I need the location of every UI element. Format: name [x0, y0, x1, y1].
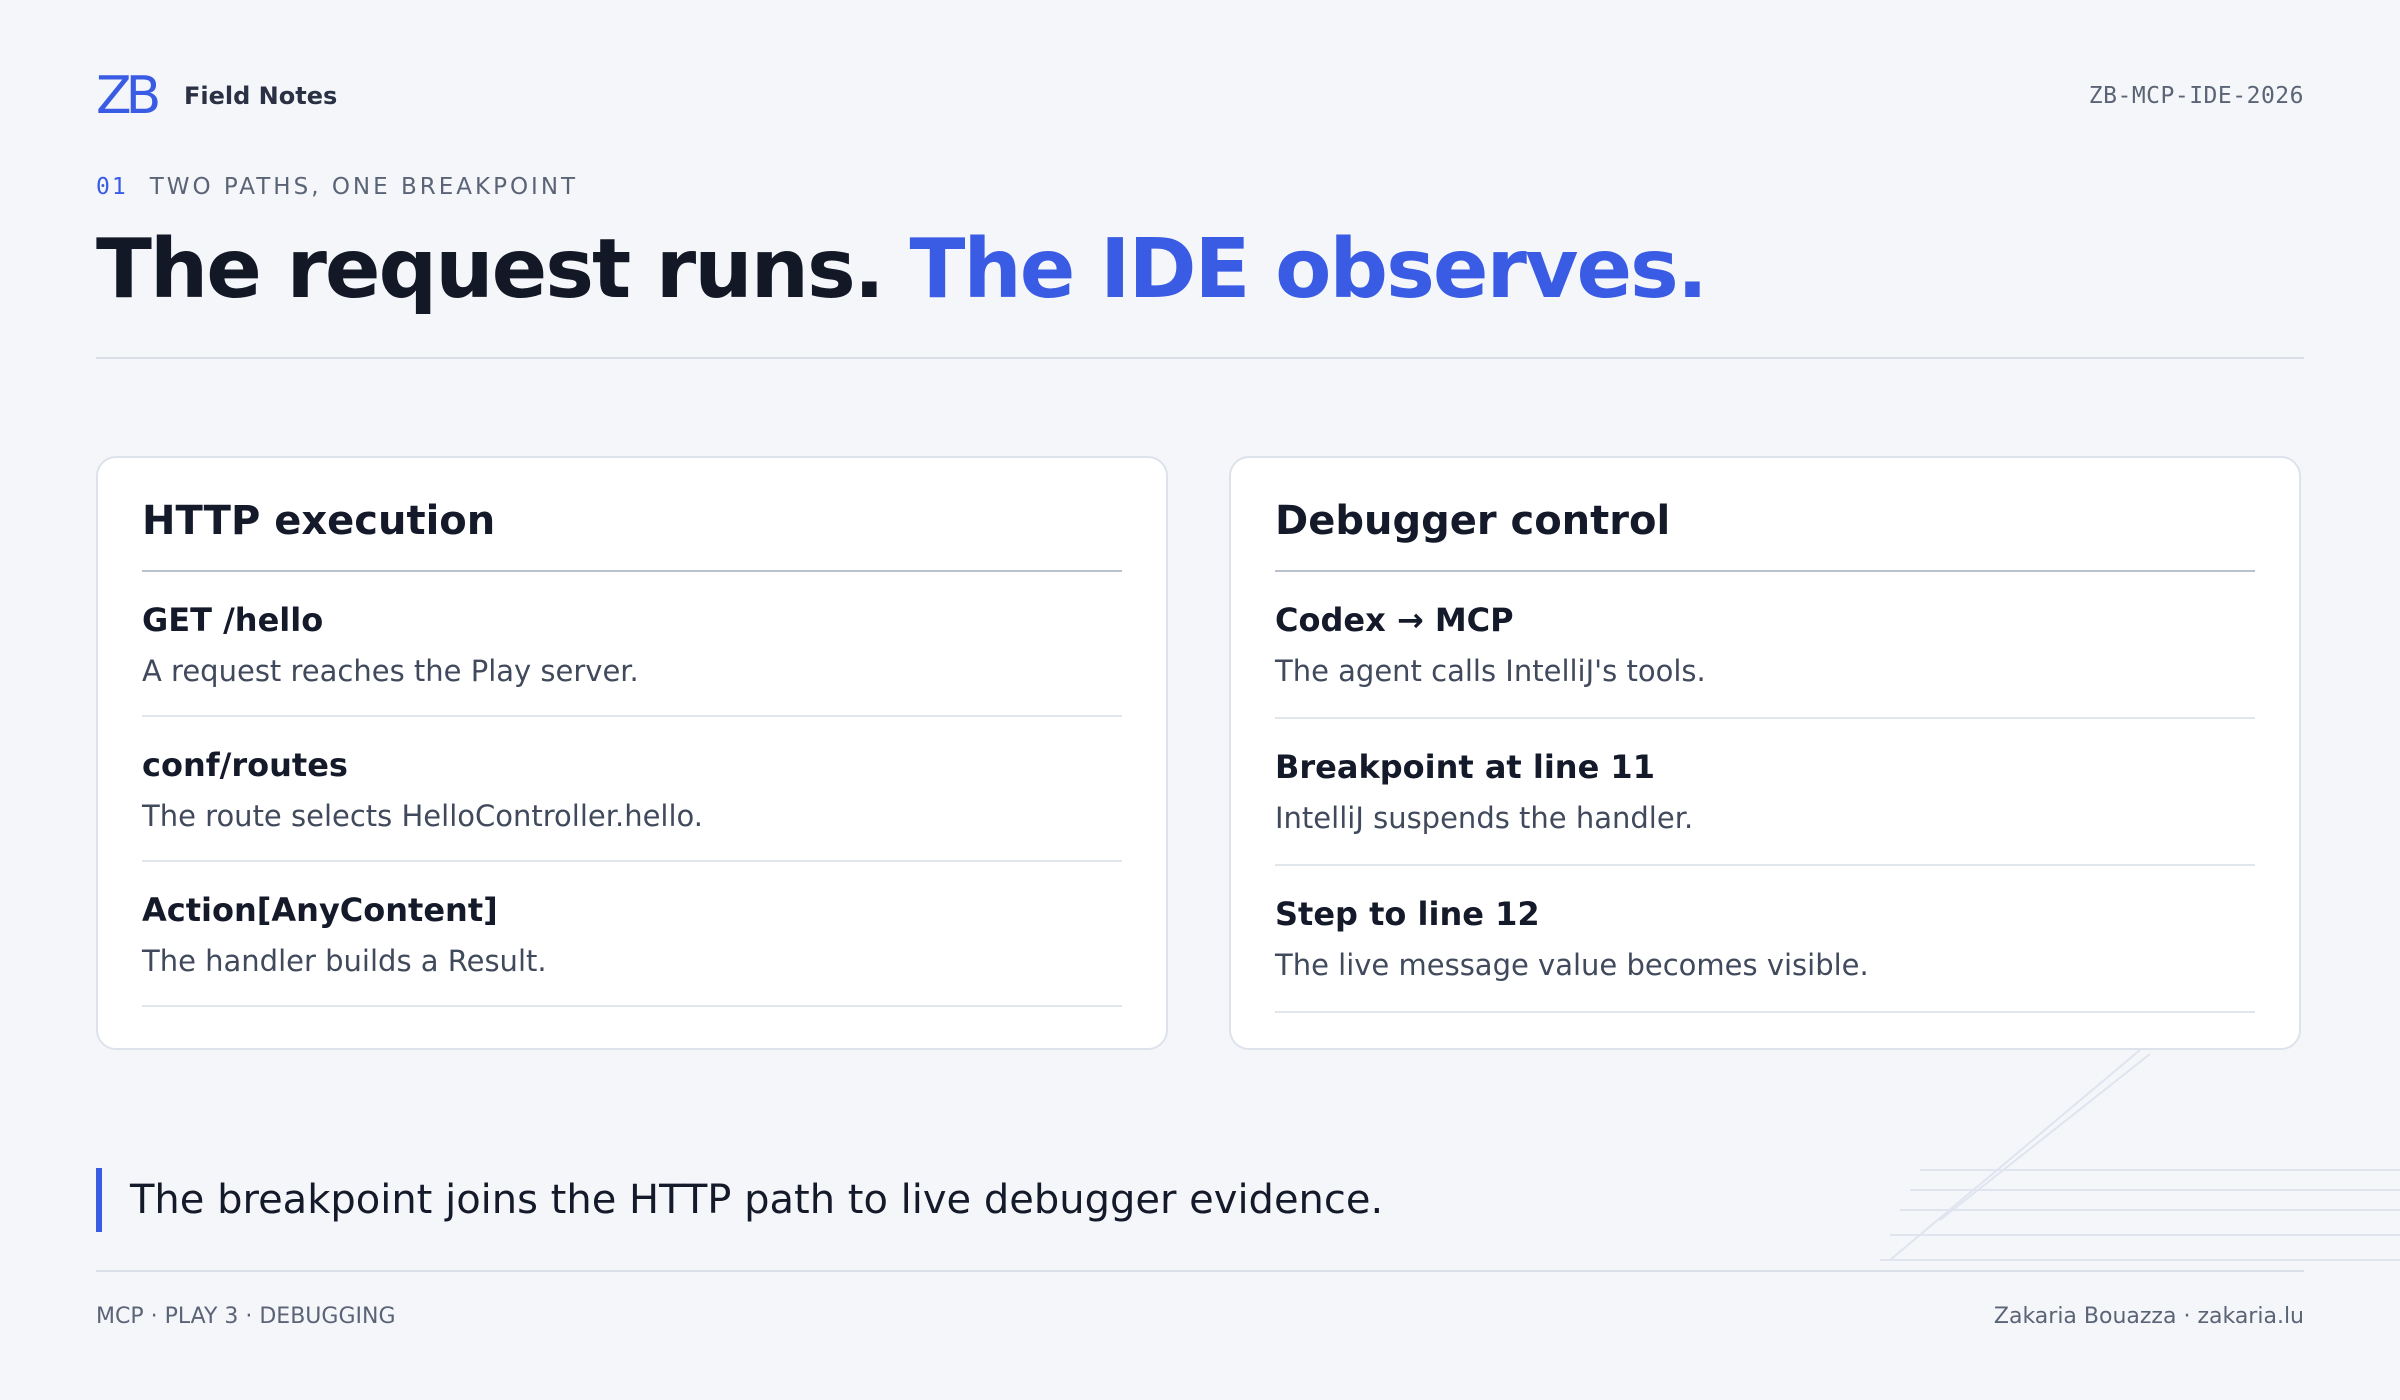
item-description: The handler builds a Result.: [142, 944, 547, 978]
list-item: GET /hello A request reaches the Play se…: [142, 572, 1122, 717]
page-title: The request runs. The IDE observes.: [96, 220, 1708, 320]
item-heading: conf/routes: [142, 746, 348, 784]
card-title: HTTP execution: [142, 498, 496, 544]
takeaway-quote: The breakpoint joins the HTTP path to li…: [130, 1177, 1384, 1223]
section-label: TWO PATHS, ONE BREAKPOINT: [149, 174, 579, 200]
section-number: 01: [96, 174, 128, 200]
card-title: Debugger control: [1275, 498, 1671, 544]
list-item: Step to line 12 The live message value b…: [1275, 866, 2255, 1013]
footer-divider: [96, 1270, 2304, 1272]
brand-name: Field Notes: [184, 82, 338, 110]
footer-topic: MCP · PLAY 3 · DEBUGGING: [96, 1304, 396, 1329]
list-item: Action[AnyContent] The handler builds a …: [142, 862, 1122, 1007]
header-bar: ZB Field Notes ZB-MCP-IDE-2026: [96, 70, 2304, 122]
title-main: The request runs.: [96, 222, 885, 317]
logo: ZB: [96, 66, 161, 126]
slide: ZB Field Notes ZB-MCP-IDE-2026 01 TWO PAT…: [96, 0, 2304, 1400]
item-description: A request reaches the Play server.: [142, 654, 639, 688]
item-heading: Step to line 12: [1275, 895, 1540, 933]
item-heading: GET /hello: [142, 601, 324, 639]
list-item: Breakpoint at line 11 IntelliJ suspends …: [1275, 719, 2255, 866]
item-description: The route selects HelloController.hello.: [142, 799, 703, 833]
document-code: ZB-MCP-IDE-2026: [2088, 83, 2304, 109]
list-item: conf/routes The route selects HelloContr…: [142, 717, 1122, 862]
list-item: Codex → MCP The agent calls IntelliJ's t…: [1275, 572, 2255, 719]
card-item-list: GET /hello A request reaches the Play se…: [142, 572, 1122, 1007]
item-description: The agent calls IntelliJ's tools.: [1275, 654, 1706, 688]
header-divider: [96, 357, 2304, 359]
item-heading: Action[AnyContent]: [142, 891, 498, 929]
title-accent: The IDE observes.: [909, 222, 1708, 317]
section-eyebrow: 01 TWO PATHS, ONE BREAKPOINT: [96, 172, 578, 202]
card-item-list: Codex → MCP The agent calls IntelliJ's t…: [1275, 572, 2255, 1013]
card-http-execution: HTTP execution GET /hello A request reac…: [96, 456, 1168, 1050]
item-heading: Codex → MCP: [1275, 601, 1514, 639]
item-description: IntelliJ suspends the handler.: [1275, 801, 1694, 835]
card-debugger-control: Debugger control Codex → MCP The agent c…: [1229, 456, 2301, 1050]
quote-accent-bar: [96, 1168, 102, 1232]
footer-author: Zakaria Bouazza · zakaria.lu: [1993, 1304, 2304, 1329]
item-heading: Breakpoint at line 11: [1275, 748, 1655, 786]
item-description: The live message value becomes visible.: [1275, 948, 1869, 982]
